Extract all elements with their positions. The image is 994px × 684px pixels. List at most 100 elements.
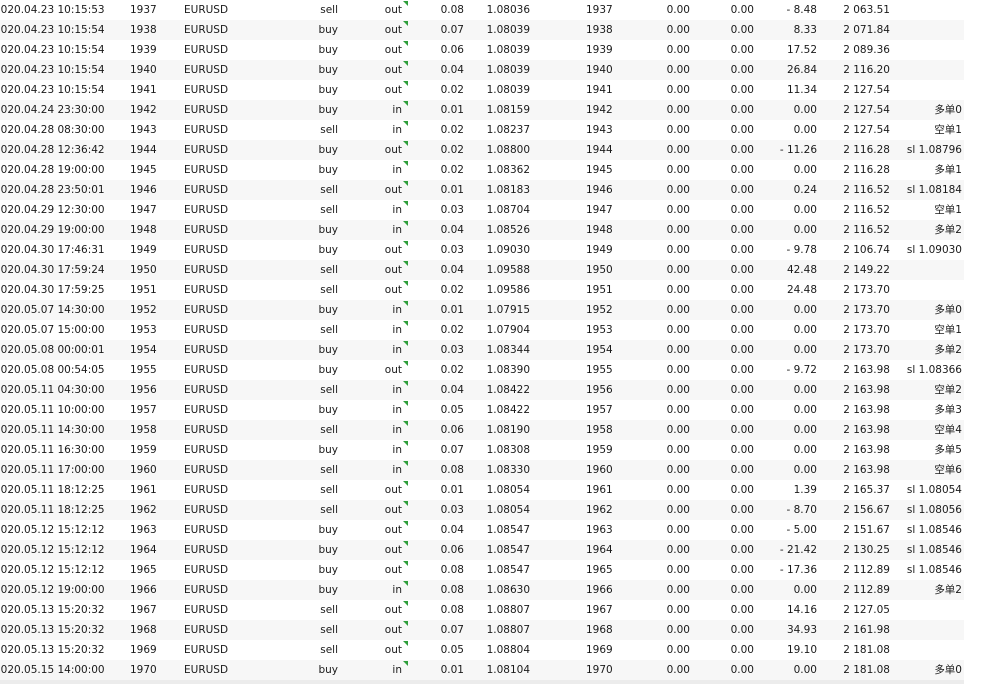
commission-cell: 0.00 bbox=[666, 464, 690, 476]
time-cell: 2020.04.23 10:15:54 bbox=[0, 84, 105, 96]
table-row[interactable]: 2020.05.08 00:00:01 1954 EURUSD buy in 0… bbox=[0, 340, 964, 360]
commission-cell: 0.00 bbox=[666, 144, 690, 156]
profit-cell: - 8.48 bbox=[786, 4, 817, 16]
profit-cell: - 21.42 bbox=[779, 544, 817, 556]
table-row[interactable]: 2020.04.30 17:59:25 1951 EURUSD sell out… bbox=[0, 280, 964, 300]
order-cell: 1938 bbox=[586, 24, 613, 36]
profit-cell: 0.00 bbox=[793, 344, 817, 356]
symbol-cell: EURUSD bbox=[184, 644, 229, 656]
table-row[interactable]: 2020.05.13 15:20:32 1967 EURUSD sell out… bbox=[0, 600, 964, 620]
balance-cell: 2 112.89 bbox=[843, 564, 890, 576]
table-row[interactable]: 2020.04.30 17:59:24 1950 EURUSD sell out… bbox=[0, 260, 964, 280]
price-cell: 1.08308 bbox=[486, 444, 530, 456]
table-row[interactable]: 2020.05.08 00:54:05 1955 EURUSD buy out … bbox=[0, 360, 964, 380]
swap-cell: 0.00 bbox=[730, 524, 754, 536]
table-row[interactable]: 2020.04.28 19:00:00 1945 EURUSD buy in 0… bbox=[0, 160, 964, 180]
table-row[interactable]: 2020.04.23 10:15:54 1938 EURUSD buy out … bbox=[0, 20, 964, 40]
table-row[interactable]: 2020.05.11 10:00:00 1957 EURUSD buy in 0… bbox=[0, 400, 964, 420]
green-corner-triangle-icon bbox=[403, 461, 408, 466]
balance-cell: 2 116.52 bbox=[843, 204, 890, 216]
volume-cell: 0.01 bbox=[440, 304, 464, 316]
order-cell: 1955 bbox=[586, 364, 613, 376]
table-row[interactable]: 2020.05.11 04:30:00 1956 EURUSD sell in … bbox=[0, 380, 964, 400]
symbol-cell: EURUSD bbox=[184, 484, 229, 496]
deal-cell: 1958 bbox=[130, 424, 157, 436]
profit-cell: 24.48 bbox=[786, 284, 817, 296]
table-row[interactable]: 2020.05.12 19:00:00 1966 EURUSD buy in 0… bbox=[0, 580, 964, 600]
table-row[interactable]: 2020.04.28 12:36:42 1944 EURUSD buy out … bbox=[0, 140, 964, 160]
swap-cell: 0.00 bbox=[730, 224, 754, 236]
commission-cell: 0.00 bbox=[666, 424, 690, 436]
order-cell: 1951 bbox=[586, 284, 613, 296]
time-cell: 2020.05.11 04:30:00 bbox=[0, 384, 105, 396]
order-cell: 1961 bbox=[586, 484, 613, 496]
table-row[interactable]: 2020.05.15 14:00:00 1970 EURUSD buy in 0… bbox=[0, 660, 964, 680]
table-row[interactable]: 2020.05.11 18:12:25 1961 EURUSD sell out… bbox=[0, 480, 964, 500]
balance-cell: 2 163.98 bbox=[843, 364, 890, 376]
table-row[interactable]: 2020.04.28 08:30:00 1943 EURUSD sell in … bbox=[0, 120, 964, 140]
volume-cell: 0.02 bbox=[440, 124, 464, 136]
table-row[interactable]: 2020.05.11 18:12:25 1962 EURUSD sell out… bbox=[0, 500, 964, 520]
table-row[interactable]: 2020.05.12 15:12:12 1964 EURUSD buy out … bbox=[0, 540, 964, 560]
order-cell: 1970 bbox=[586, 664, 613, 676]
table-row[interactable]: 2020.05.07 14:30:00 1952 EURUSD buy in 0… bbox=[0, 300, 964, 320]
table-row[interactable]: 2020.05.11 17:00:00 1960 EURUSD sell in … bbox=[0, 460, 964, 480]
table-row[interactable]: 2020.04.29 19:00:00 1948 EURUSD buy in 0… bbox=[0, 220, 964, 240]
profit-cell: - 9.78 bbox=[786, 244, 817, 256]
deal-cell: 1968 bbox=[130, 624, 157, 636]
balance-cell: 2 127.54 bbox=[843, 84, 890, 96]
volume-cell: 0.05 bbox=[440, 404, 464, 416]
time-cell: 2020.05.12 15:12:12 bbox=[0, 544, 105, 556]
table-row[interactable]: 2020.04.23 10:15:54 1941 EURUSD buy out … bbox=[0, 80, 964, 100]
table-row[interactable]: 2020.04.23 10:15:54 1940 EURUSD buy out … bbox=[0, 60, 964, 80]
balance-cell: 2 173.70 bbox=[843, 304, 890, 316]
type-cell: sell bbox=[320, 464, 338, 476]
comment-cell: 多单5 bbox=[934, 444, 962, 456]
table-row[interactable]: 2020.05.13 15:20:32 1968 EURUSD sell out… bbox=[0, 620, 964, 640]
profit-cell: 0.00 bbox=[793, 444, 817, 456]
order-cell: 1946 bbox=[586, 184, 613, 196]
deal-cell: 1951 bbox=[130, 284, 157, 296]
table-row[interactable]: 2020.04.30 17:46:31 1949 EURUSD buy out … bbox=[0, 240, 964, 260]
horizontal-scrollbar[interactable] bbox=[0, 680, 964, 684]
table-row[interactable]: 2020.04.23 10:15:53 1937 EURUSD sell out… bbox=[0, 0, 964, 20]
green-corner-triangle-icon bbox=[403, 601, 408, 606]
table-row[interactable]: 2020.05.11 16:30:00 1959 EURUSD buy in 0… bbox=[0, 440, 964, 460]
commission-cell: 0.00 bbox=[666, 624, 690, 636]
price-cell: 1.07915 bbox=[486, 304, 530, 316]
table-row[interactable]: 2020.04.24 23:30:00 1942 EURUSD buy in 0… bbox=[0, 100, 964, 120]
comment-cell: 多单3 bbox=[934, 404, 962, 416]
time-cell: 2020.05.13 15:20:32 bbox=[0, 644, 105, 656]
swap-cell: 0.00 bbox=[730, 44, 754, 56]
symbol-cell: EURUSD bbox=[184, 664, 229, 676]
direction-cell: out bbox=[384, 144, 402, 156]
direction-cell: out bbox=[384, 84, 402, 96]
table-row[interactable]: 2020.05.12 15:12:12 1965 EURUSD buy out … bbox=[0, 560, 964, 580]
table-row[interactable]: 2020.04.29 12:30:00 1947 EURUSD sell in … bbox=[0, 200, 964, 220]
order-cell: 1945 bbox=[586, 164, 613, 176]
type-cell: sell bbox=[320, 184, 338, 196]
table-row[interactable]: 2020.05.13 15:20:32 1969 EURUSD sell out… bbox=[0, 640, 964, 660]
deal-cell: 1943 bbox=[130, 124, 157, 136]
balance-cell: 2 163.98 bbox=[843, 424, 890, 436]
table-row[interactable]: 2020.04.23 10:15:54 1939 EURUSD buy out … bbox=[0, 40, 964, 60]
volume-cell: 0.05 bbox=[440, 644, 464, 656]
swap-cell: 0.00 bbox=[730, 564, 754, 576]
comment-cell: 多单0 bbox=[934, 104, 962, 116]
price-cell: 1.08704 bbox=[486, 204, 530, 216]
profit-cell: - 17.36 bbox=[779, 564, 817, 576]
type-cell: sell bbox=[320, 284, 338, 296]
symbol-cell: EURUSD bbox=[184, 264, 229, 276]
profit-cell: 0.00 bbox=[793, 104, 817, 116]
table-row[interactable]: 2020.05.07 15:00:00 1953 EURUSD sell in … bbox=[0, 320, 964, 340]
price-cell: 1.08526 bbox=[486, 224, 530, 236]
direction-cell: out bbox=[384, 524, 402, 536]
type-cell: sell bbox=[320, 504, 338, 516]
table-row[interactable]: 2020.04.28 23:50:01 1946 EURUSD sell out… bbox=[0, 180, 964, 200]
commission-cell: 0.00 bbox=[666, 284, 690, 296]
balance-cell: 2 173.70 bbox=[843, 284, 890, 296]
time-cell: 2020.05.13 15:20:32 bbox=[0, 624, 105, 636]
table-row[interactable]: 2020.05.12 15:12:12 1963 EURUSD buy out … bbox=[0, 520, 964, 540]
price-cell: 1.08344 bbox=[486, 344, 530, 356]
table-row[interactable]: 2020.05.11 14:30:00 1958 EURUSD sell in … bbox=[0, 420, 964, 440]
